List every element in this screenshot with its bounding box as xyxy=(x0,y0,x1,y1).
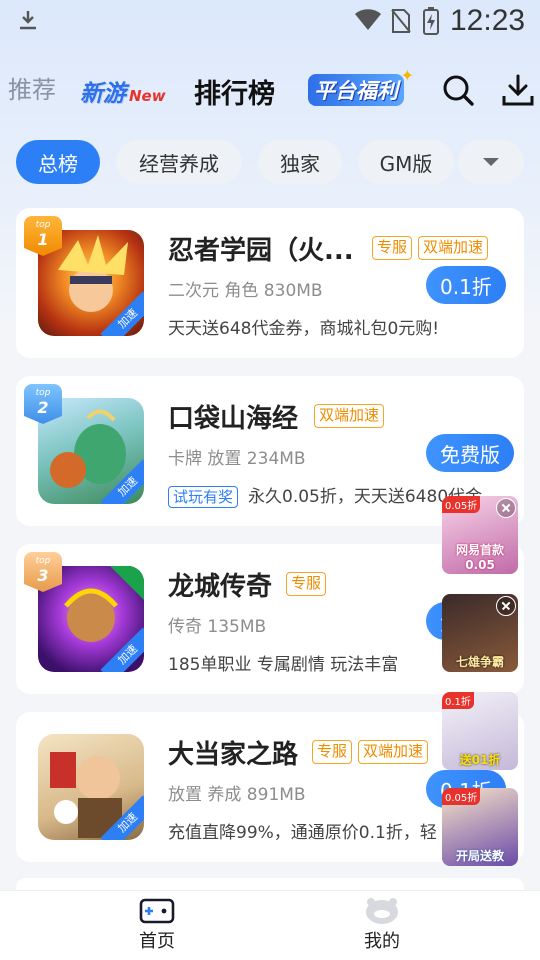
rank-badge: top 3 xyxy=(24,552,62,592)
game-tags: 专服 双端加速 xyxy=(312,740,429,764)
game-icon: 加速 xyxy=(38,734,144,840)
game-card-1[interactable]: 加速 top 1 忍者学园（火... 专服 双端加速 二次元 角色 830MB … xyxy=(16,208,524,358)
tab-recommend[interactable]: 推荐 xyxy=(8,70,56,105)
game-meta: 传奇 135MB xyxy=(168,617,267,637)
status-time: 12:23 xyxy=(450,4,526,37)
chip-label: GM版 xyxy=(379,151,433,176)
tab-new-games-label: 新游 xyxy=(80,81,126,107)
discount-badge: 0.1折 xyxy=(442,692,474,709)
tab-recommend-label: 推荐 xyxy=(8,76,56,104)
tab-ranking-label: 排行榜 xyxy=(194,79,275,110)
rank-badge: top 2 xyxy=(24,384,62,424)
rank-number: 1 xyxy=(37,230,49,249)
chip-exclusive[interactable]: 独家 xyxy=(258,140,342,184)
game-title: 大当家之路 xyxy=(168,740,299,770)
profile-icon xyxy=(366,898,398,924)
rank-top-label: top xyxy=(35,556,51,566)
search-icon[interactable] xyxy=(440,72,476,108)
tag: 双端加速 xyxy=(418,236,489,260)
price-button[interactable]: 0.1折 xyxy=(426,266,506,304)
rank-top-label: top xyxy=(35,388,51,398)
category-chips: 总榜 经营养成 独家 GM版 xyxy=(0,140,540,186)
status-bar: 12:23 xyxy=(0,0,540,44)
game-title: 口袋山海经 xyxy=(168,404,299,434)
close-icon[interactable] xyxy=(496,596,516,616)
game-meta: 放置 养成 891MB xyxy=(168,785,306,805)
chip-label: 总榜 xyxy=(38,151,78,176)
chip-management[interactable]: 经营养成 xyxy=(116,140,242,184)
game-desc: 185单职业 专属剧情 玩法丰富 xyxy=(168,655,399,675)
game-tags: 专服 xyxy=(286,572,327,596)
bottom-tab-mine-label: 我的 xyxy=(364,931,400,952)
bottom-tab-home-label: 首页 xyxy=(139,931,175,952)
chips-expand-button[interactable] xyxy=(458,140,524,184)
wifi-icon xyxy=(355,9,381,30)
tag: 双端加速 xyxy=(314,404,385,428)
rank-badge: top 1 xyxy=(24,216,62,256)
floating-ad-3[interactable]: 0.1折 送01折 xyxy=(442,692,518,770)
price-button[interactable]: 免费版 xyxy=(426,434,514,472)
ad-caption: 送01折 xyxy=(459,753,501,767)
bottom-tab-mine[interactable]: 我的 xyxy=(322,897,442,953)
gamepad-icon xyxy=(139,898,175,924)
ad-caption: 七雄争霸 xyxy=(455,655,504,669)
floating-ad-1[interactable]: 0.05折 网易首款0.05 xyxy=(442,496,518,574)
tab-new-games[interactable]: 新游 New xyxy=(80,74,166,108)
discount-badge: 0.05折 xyxy=(442,496,481,513)
game-desc-row: 试玩有奖 永久0.05折，天天送6480代金 xyxy=(168,482,488,508)
tag: 双端加速 xyxy=(358,740,429,764)
new-badge: New xyxy=(129,87,166,105)
tab-platform-welfare[interactable]: 平台福利 ✦ xyxy=(308,66,414,106)
game-desc: 充值直降99%，通通原价0.1折，轻 xyxy=(168,823,437,843)
trial-reward-tag: 试玩有奖 xyxy=(168,486,239,508)
top-nav: 推荐 新游 New 排行榜 平台福利 ✦ xyxy=(0,60,540,120)
ad-caption: 网易首款0.05 xyxy=(455,543,504,572)
download-notification-icon xyxy=(20,11,36,30)
game-meta: 卡牌 放置 234MB xyxy=(168,449,306,469)
tab-platform-welfare-label: 平台福利 xyxy=(314,79,398,103)
battery-charging-icon xyxy=(423,7,439,35)
discount-badge: 0.05折 xyxy=(442,788,481,805)
chip-label: 独家 xyxy=(280,151,320,176)
rank-number: 2 xyxy=(37,398,49,417)
game-title: 忍者学园（火... xyxy=(168,236,354,266)
bottom-nav: 首页 我的 xyxy=(0,890,540,960)
game-meta: 二次元 角色 830MB xyxy=(168,281,323,301)
no-sim-icon xyxy=(391,9,411,33)
ad-caption: 开局送教 xyxy=(455,849,504,863)
chip-label: 经营养成 xyxy=(139,151,219,176)
download-icon[interactable] xyxy=(500,72,536,108)
game-tags: 专服 双端加速 xyxy=(372,236,489,260)
sparkle-icon: ✦ xyxy=(400,66,414,85)
tab-ranking[interactable]: 排行榜 xyxy=(194,72,275,111)
rank-number: 3 xyxy=(37,566,49,585)
tag: 专服 xyxy=(286,572,327,596)
game-desc: 天天送648代金券，商城礼包0元购! xyxy=(168,319,440,339)
rank-top-label: top xyxy=(35,220,51,230)
bottom-tab-home[interactable]: 首页 xyxy=(97,897,217,953)
floating-ad-4[interactable]: 0.05折 开局送教 xyxy=(442,788,518,866)
game-title: 龙城传奇 xyxy=(168,572,273,602)
floating-ad-2[interactable]: 七雄争霸 xyxy=(442,594,518,672)
chevron-down-icon xyxy=(483,158,499,166)
game-tags: 双端加速 xyxy=(314,404,385,428)
close-icon[interactable] xyxy=(496,498,516,518)
chip-gm[interactable]: GM版 xyxy=(358,140,454,184)
tag: 专服 xyxy=(312,740,353,764)
chip-total[interactable]: 总榜 xyxy=(16,140,100,184)
tag: 专服 xyxy=(372,236,413,260)
